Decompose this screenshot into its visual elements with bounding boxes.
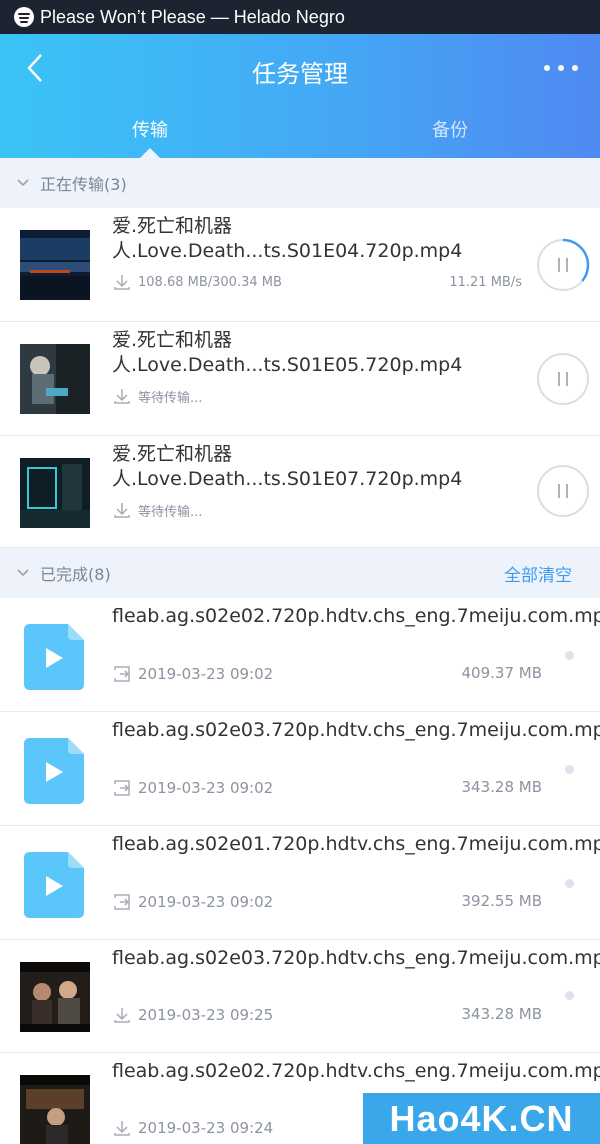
pause-button[interactable] bbox=[536, 238, 590, 292]
file-size: 392.55 MB bbox=[461, 892, 543, 910]
transfer-item[interactable]: 爱.死亡和机器人.Love.Death...ts.S01E04.720p.mp4… bbox=[0, 208, 600, 322]
upload-icon bbox=[114, 894, 130, 910]
completed-date: 2019-03-23 09:02 bbox=[112, 892, 273, 912]
clear-all-button[interactable]: 全部清空 bbox=[504, 561, 572, 586]
file-name: fleab.ag.s02e01.720p.hdtv.chs_eng.7meiju… bbox=[112, 833, 600, 855]
download-icon bbox=[114, 389, 130, 404]
spotify-icon bbox=[14, 7, 34, 27]
page-title: 任务管理 bbox=[252, 60, 348, 88]
section-label: 正在传输(3) bbox=[40, 175, 127, 194]
tab-backup[interactable]: 备份 bbox=[300, 114, 600, 158]
status-dot bbox=[565, 879, 574, 888]
transfer-status: 等待传输... bbox=[112, 500, 202, 520]
status-dot bbox=[565, 765, 574, 774]
upload-icon bbox=[114, 666, 130, 682]
tab-bar: 传输 备份 bbox=[0, 114, 600, 158]
file-name: fleab.ag.s02e03.720p.hdtv.chs_eng.7meiju… bbox=[112, 719, 600, 741]
chevron-down-icon bbox=[17, 179, 29, 187]
more-button[interactable] bbox=[544, 60, 578, 76]
pause-progress-icon bbox=[537, 238, 590, 291]
download-icon bbox=[114, 503, 130, 518]
video-thumbnail bbox=[20, 230, 90, 300]
download-icon bbox=[114, 275, 130, 290]
transfer-status: 等待传输... bbox=[112, 386, 202, 406]
completed-item[interactable]: fleab.ag.s02e02.720p.hdtv.chs_eng.7meiju… bbox=[0, 598, 600, 712]
file-name: fleab.ag.s02e03.720p.hdtv.chs_eng.7meiju… bbox=[112, 947, 600, 969]
status-dot bbox=[565, 651, 574, 660]
completed-item[interactable]: fleab.ag.s02e03.720p.hdtv.chs_eng.7meiju… bbox=[0, 712, 600, 826]
video-file-icon bbox=[20, 850, 90, 920]
section-transferring-header[interactable]: 正在传输(3) bbox=[0, 158, 600, 208]
tab-indicator bbox=[140, 148, 160, 158]
file-name: 爱.死亡和机器人.Love.Death...ts.S01E05.720p.mp4 bbox=[112, 329, 463, 376]
watermark-logo: Hao4K.CN bbox=[363, 1093, 600, 1144]
video-thumbnail bbox=[20, 344, 90, 414]
file-name: 爱.死亡和机器人.Love.Death...ts.S01E07.720p.mp4 bbox=[112, 443, 463, 490]
transfer-item[interactable]: 爱.死亡和机器人.Love.Death...ts.S01E07.720p.mp4… bbox=[0, 436, 600, 548]
more-dots-icon bbox=[544, 65, 550, 71]
video-file-icon bbox=[20, 622, 90, 692]
video-thumbnail bbox=[20, 962, 90, 1032]
pause-icon bbox=[537, 465, 589, 517]
video-thumbnail bbox=[20, 458, 90, 528]
download-icon bbox=[114, 1121, 130, 1136]
pause-button[interactable] bbox=[536, 464, 590, 518]
section-label: 已完成(8) bbox=[40, 565, 111, 584]
completed-item[interactable]: fleab.ag.s02e01.720p.hdtv.chs_eng.7meiju… bbox=[0, 826, 600, 940]
file-name: fleab.ag.s02e02.720p.hdtv.chs_eng.7meiju… bbox=[112, 605, 600, 627]
file-size: 343.28 MB bbox=[461, 778, 543, 796]
pause-icon bbox=[537, 353, 589, 405]
app-header: 任务管理 传输 备份 bbox=[0, 34, 600, 158]
completed-date: 2019-03-23 09:02 bbox=[112, 778, 273, 798]
transfer-status: 108.68 MB/300.34 MB bbox=[112, 272, 282, 292]
status-bar: Please Won’t Please — Helado Negro bbox=[0, 0, 600, 34]
pause-button[interactable] bbox=[536, 352, 590, 406]
status-dot bbox=[565, 991, 574, 1000]
upload-icon bbox=[114, 780, 130, 796]
chevron-down-icon bbox=[17, 569, 29, 577]
completed-date: 2019-03-23 09:02 bbox=[112, 664, 273, 684]
transfer-item[interactable]: 爱.死亡和机器人.Love.Death...ts.S01E05.720p.mp4… bbox=[0, 322, 600, 436]
file-name: 爱.死亡和机器人.Love.Death...ts.S01E04.720p.mp4 bbox=[112, 215, 463, 262]
video-file-icon bbox=[20, 736, 90, 806]
file-name: fleab.ag.s02e02.720p.hdtv.chs_eng.7meiju… bbox=[112, 1060, 600, 1082]
completed-item[interactable]: fleab.ag.s02e03.720p.hdtv.chs_eng.7meiju… bbox=[0, 940, 600, 1053]
file-size: 409.37 MB bbox=[461, 664, 543, 682]
transfer-speed: 11.21 MB/s bbox=[449, 275, 522, 290]
file-size: 343.28 MB bbox=[461, 1005, 543, 1023]
download-icon bbox=[114, 1008, 130, 1023]
video-thumbnail bbox=[20, 1075, 90, 1144]
completed-date: 2019-03-23 09:24 bbox=[112, 1118, 273, 1138]
tab-transfer[interactable]: 传输 bbox=[0, 114, 300, 158]
completed-date: 2019-03-23 09:25 bbox=[112, 1005, 273, 1025]
section-completed-header[interactable]: 已完成(8) 全部清空 bbox=[0, 548, 600, 598]
now-playing-text: Please Won’t Please — Helado Negro bbox=[40, 6, 345, 27]
